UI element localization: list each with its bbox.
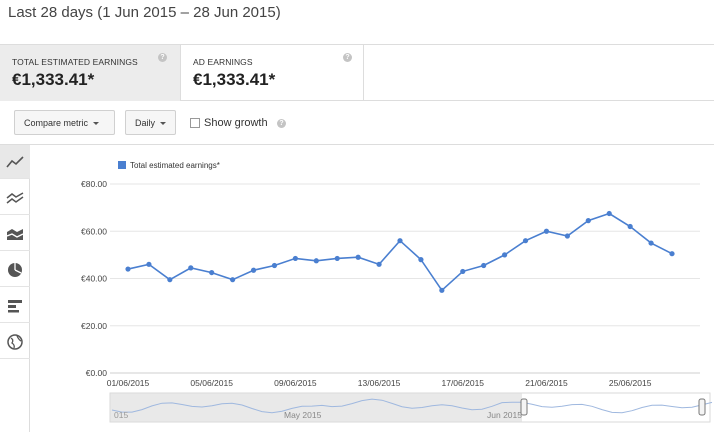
x-tick-label: 21/06/2015 <box>525 378 568 388</box>
data-point <box>460 268 466 275</box>
navigator-label: May 2015 <box>284 410 322 420</box>
data-point <box>627 223 633 230</box>
metric-label: AD EARNINGS <box>193 57 253 67</box>
navigator-handle[interactable] <box>520 398 528 416</box>
globe-map-icon <box>7 333 23 350</box>
metric-card-ad-earnings[interactable]: AD EARNINGS €1,333.41* ? <box>181 45 364 101</box>
y-tick-label: €60.00 <box>81 226 107 236</box>
show-growth-label[interactable]: Show growth <box>204 117 268 129</box>
x-tick-label: 17/06/2015 <box>441 378 484 388</box>
chart-toolbar: Compare metric Daily <box>0 101 714 145</box>
data-point <box>188 265 194 271</box>
data-point <box>376 261 382 267</box>
data-point <box>146 261 152 267</box>
series-total-estimated-earnings <box>125 210 675 293</box>
time-navigator[interactable]: 015 May 2015 Jun 2015 <box>109 392 713 423</box>
data-point <box>397 238 403 244</box>
data-point <box>209 269 215 276</box>
data-point <box>564 233 570 239</box>
data-point <box>481 262 487 269</box>
navigator-label: 015 <box>114 410 128 420</box>
x-tick-label: 09/06/2015 <box>274 378 317 388</box>
legend-label: Total estimated earnings* <box>130 161 220 170</box>
help-icon[interactable]: ? <box>158 53 167 62</box>
help-icon[interactable]: ? <box>343 53 352 62</box>
y-tick-label: €20.00 <box>81 321 107 331</box>
data-point <box>502 252 508 258</box>
x-tick-label: 01/06/2015 <box>107 378 150 388</box>
x-axis-labels: 01/06/2015 05/06/2015 09/06/2015 13/06/2015… <box>107 378 652 388</box>
data-point <box>125 266 131 272</box>
data-point <box>334 255 340 262</box>
date-range-title: Last 28 days (1 Jun 2015 – 28 Jun 2015) <box>8 4 281 21</box>
map-chart-button[interactable] <box>0 325 30 359</box>
data-point <box>313 258 319 264</box>
data-point <box>439 287 445 293</box>
metric-value: €1,333.41* <box>12 70 95 89</box>
multi-line-chart-icon <box>6 191 24 204</box>
line-chart-button[interactable] <box>0 145 30 179</box>
earnings-line-chart[interactable]: €0.00 €20.00 €40.00 €60.00 €80.00 01/06/2015… <box>30 145 714 432</box>
data-point <box>669 251 675 257</box>
metric-card-total-estimated-earnings[interactable]: TOTAL ESTIMATED EARNINGS €1,333.41* ? <box>0 45 181 101</box>
y-tick-label: €40.00 <box>81 274 107 284</box>
data-point <box>543 228 550 234</box>
data-point <box>648 240 654 246</box>
pie-chart-button[interactable] <box>0 253 30 287</box>
data-point <box>585 218 591 224</box>
data-point <box>418 257 424 263</box>
metric-label: TOTAL ESTIMATED EARNINGS <box>12 57 138 67</box>
granularity-label: Daily <box>135 118 156 128</box>
caret-down-icon <box>93 122 100 126</box>
compare-metric-dropdown[interactable]: Compare metric <box>14 110 115 135</box>
x-tick-label: 25/06/2015 <box>609 378 652 388</box>
compare-metric-label: Compare metric <box>24 118 89 128</box>
data-point <box>522 238 529 244</box>
multi-line-chart-button[interactable] <box>0 181 30 215</box>
data-point <box>606 210 612 217</box>
data-point <box>230 277 236 283</box>
metric-value: €1,333.41* <box>193 70 276 89</box>
pie-chart-icon <box>8 262 22 277</box>
help-icon[interactable]: ? <box>277 119 286 128</box>
y-axis-labels: €0.00 €20.00 €40.00 €60.00 €80.00 <box>81 179 107 378</box>
y-tick-label: €80.00 <box>81 179 107 189</box>
chart-type-toolbar <box>0 145 30 432</box>
navigator-label: Jun 2015 <box>487 410 522 420</box>
bar-chart-icon <box>8 299 22 312</box>
stacked-area-chart-button[interactable] <box>0 217 30 251</box>
chart-legend: Total estimated earnings* <box>118 161 220 170</box>
y-tick-label: €0.00 <box>86 368 108 378</box>
bar-chart-button[interactable] <box>0 289 30 323</box>
show-growth-checkbox[interactable] <box>190 118 200 128</box>
x-tick-label: 05/06/2015 <box>190 378 233 388</box>
data-point <box>271 262 278 269</box>
stacked-area-chart-icon <box>6 228 24 240</box>
data-point <box>292 255 298 262</box>
x-tick-label: 13/06/2015 <box>358 378 401 388</box>
legend-swatch <box>118 161 126 169</box>
data-point <box>250 267 257 273</box>
line-chart-icon <box>6 155 24 168</box>
data-point <box>355 254 361 260</box>
data-point <box>167 277 173 283</box>
granularity-dropdown[interactable]: Daily <box>125 110 176 135</box>
caret-down-icon <box>160 122 167 126</box>
metrics-bar: TOTAL ESTIMATED EARNINGS €1,333.41* ? AD… <box>0 44 714 101</box>
navigator-handle[interactable] <box>698 398 706 416</box>
